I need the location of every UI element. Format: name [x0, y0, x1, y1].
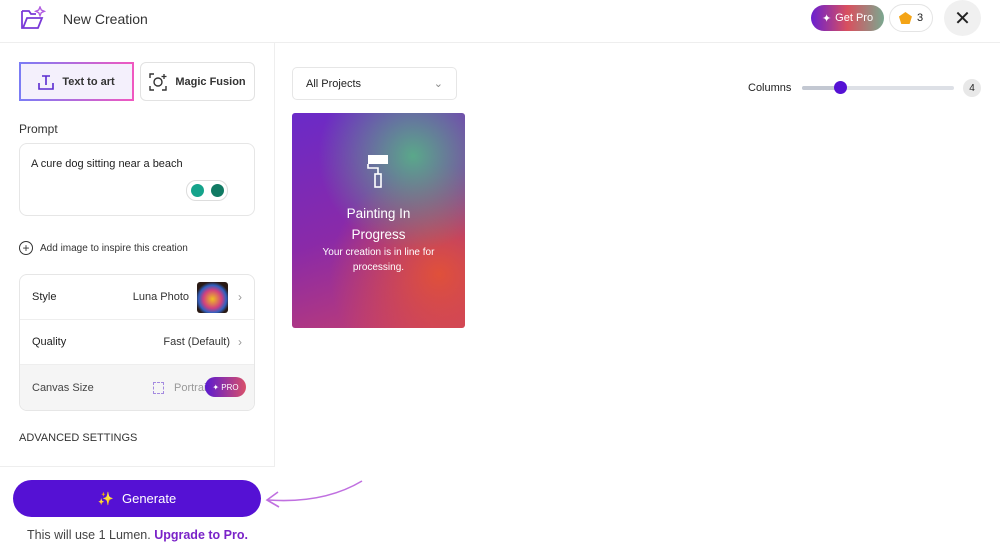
tab-text-to-art[interactable]: Text to art — [19, 62, 134, 101]
portrait-icon — [153, 381, 164, 394]
folder-sparkle-icon — [21, 6, 46, 29]
usage-text: This will use 1 Lumen. — [27, 528, 151, 542]
tab-label: Magic Fusion — [175, 75, 246, 88]
generate-label: Generate — [121, 491, 177, 506]
creation-card[interactable]: Painting In Progress Your creation is in… — [292, 113, 465, 328]
chevron-down-icon: ⌄ — [433, 78, 443, 90]
bulb-icon — [190, 184, 204, 197]
slider-thumb[interactable] — [834, 81, 847, 94]
setting-value: Luna Photo — [132, 291, 189, 303]
projects-dropdown[interactable]: All Projects ⌄ — [292, 67, 457, 100]
card-subtitle: Your creation is in line for processing. — [322, 247, 435, 273]
pro-label: PRO — [221, 382, 239, 392]
chevron-right-icon: › — [238, 335, 242, 349]
plus-circle-icon: + — [19, 241, 33, 255]
style-row[interactable]: Style Luna Photo › — [20, 275, 254, 320]
sparkles-icon: ✨ — [97, 490, 114, 506]
generate-button[interactable]: ✨ Generate — [13, 480, 261, 517]
prompt-label: Prompt — [19, 122, 58, 136]
style-thumbnail — [197, 281, 228, 313]
get-pro-button[interactable]: ✦ Get Pro — [811, 5, 884, 31]
columns-label: Columns — [748, 82, 792, 94]
prompt-value: A cure dog sitting near a beach — [31, 158, 183, 170]
chevron-right-icon: › — [238, 290, 242, 304]
lumen-usage-note: This will use 1 Lumen. Upgrade to Pro. — [0, 528, 275, 542]
pro-badge[interactable]: ✦ PRO — [205, 377, 246, 397]
quality-row[interactable]: Quality Fast (Default) › — [20, 320, 254, 365]
grammarly-icon — [210, 184, 224, 197]
columns-value: 4 — [963, 79, 981, 97]
setting-key: Quality — [32, 336, 67, 348]
card-title: Painting In Progress — [346, 206, 411, 242]
setting-value: Fast (Default) — [163, 336, 230, 348]
upgrade-link[interactable]: Upgrade to Pro. — [154, 528, 248, 542]
close-button[interactable]: ✕ — [944, 0, 981, 36]
arrow-annotation — [265, 480, 363, 508]
add-image-label: Add image to inspire this creation — [40, 242, 188, 254]
setting-key: Style — [32, 291, 57, 303]
page-title: New Creation — [63, 11, 148, 27]
get-pro-label: Get Pro — [835, 12, 874, 24]
sidebar: Text to art Magic Fusion Prompt A cure d… — [0, 43, 275, 550]
settings-panel: Style Luna Photo › Quality Fast (Default) › … — [19, 274, 255, 411]
add-image-button[interactable]: + Add image to inspire this creation — [19, 241, 188, 255]
grammarly-widget[interactable] — [186, 180, 228, 201]
tab-magic-fusion[interactable]: Magic Fusion — [140, 62, 255, 101]
generate-footer: ✨ Generate This will use 1 Lumen. Upgrade… — [0, 466, 275, 550]
text-upload-icon — [38, 74, 55, 90]
header: New Creation ✦ Get Pro 3 ✕ — [0, 0, 1000, 43]
close-icon: ✕ — [954, 7, 971, 30]
lumen-count: 3 — [916, 12, 924, 24]
setting-key: Canvas Size — [32, 381, 94, 394]
tab-label: Text to art — [62, 75, 115, 88]
dropdown-value: All Projects — [306, 77, 362, 90]
advanced-settings-heading: ADVANCED SETTINGS — [19, 432, 138, 444]
prompt-input[interactable]: A cure dog sitting near a beach — [19, 143, 255, 216]
columns-slider[interactable] — [802, 81, 954, 94]
lumen-balance[interactable]: 3 — [889, 4, 933, 32]
paint-roller-icon — [367, 155, 388, 188]
gem-icon — [898, 12, 912, 24]
sparkle-icon: ✦ — [821, 12, 832, 25]
face-scan-icon — [149, 72, 168, 91]
